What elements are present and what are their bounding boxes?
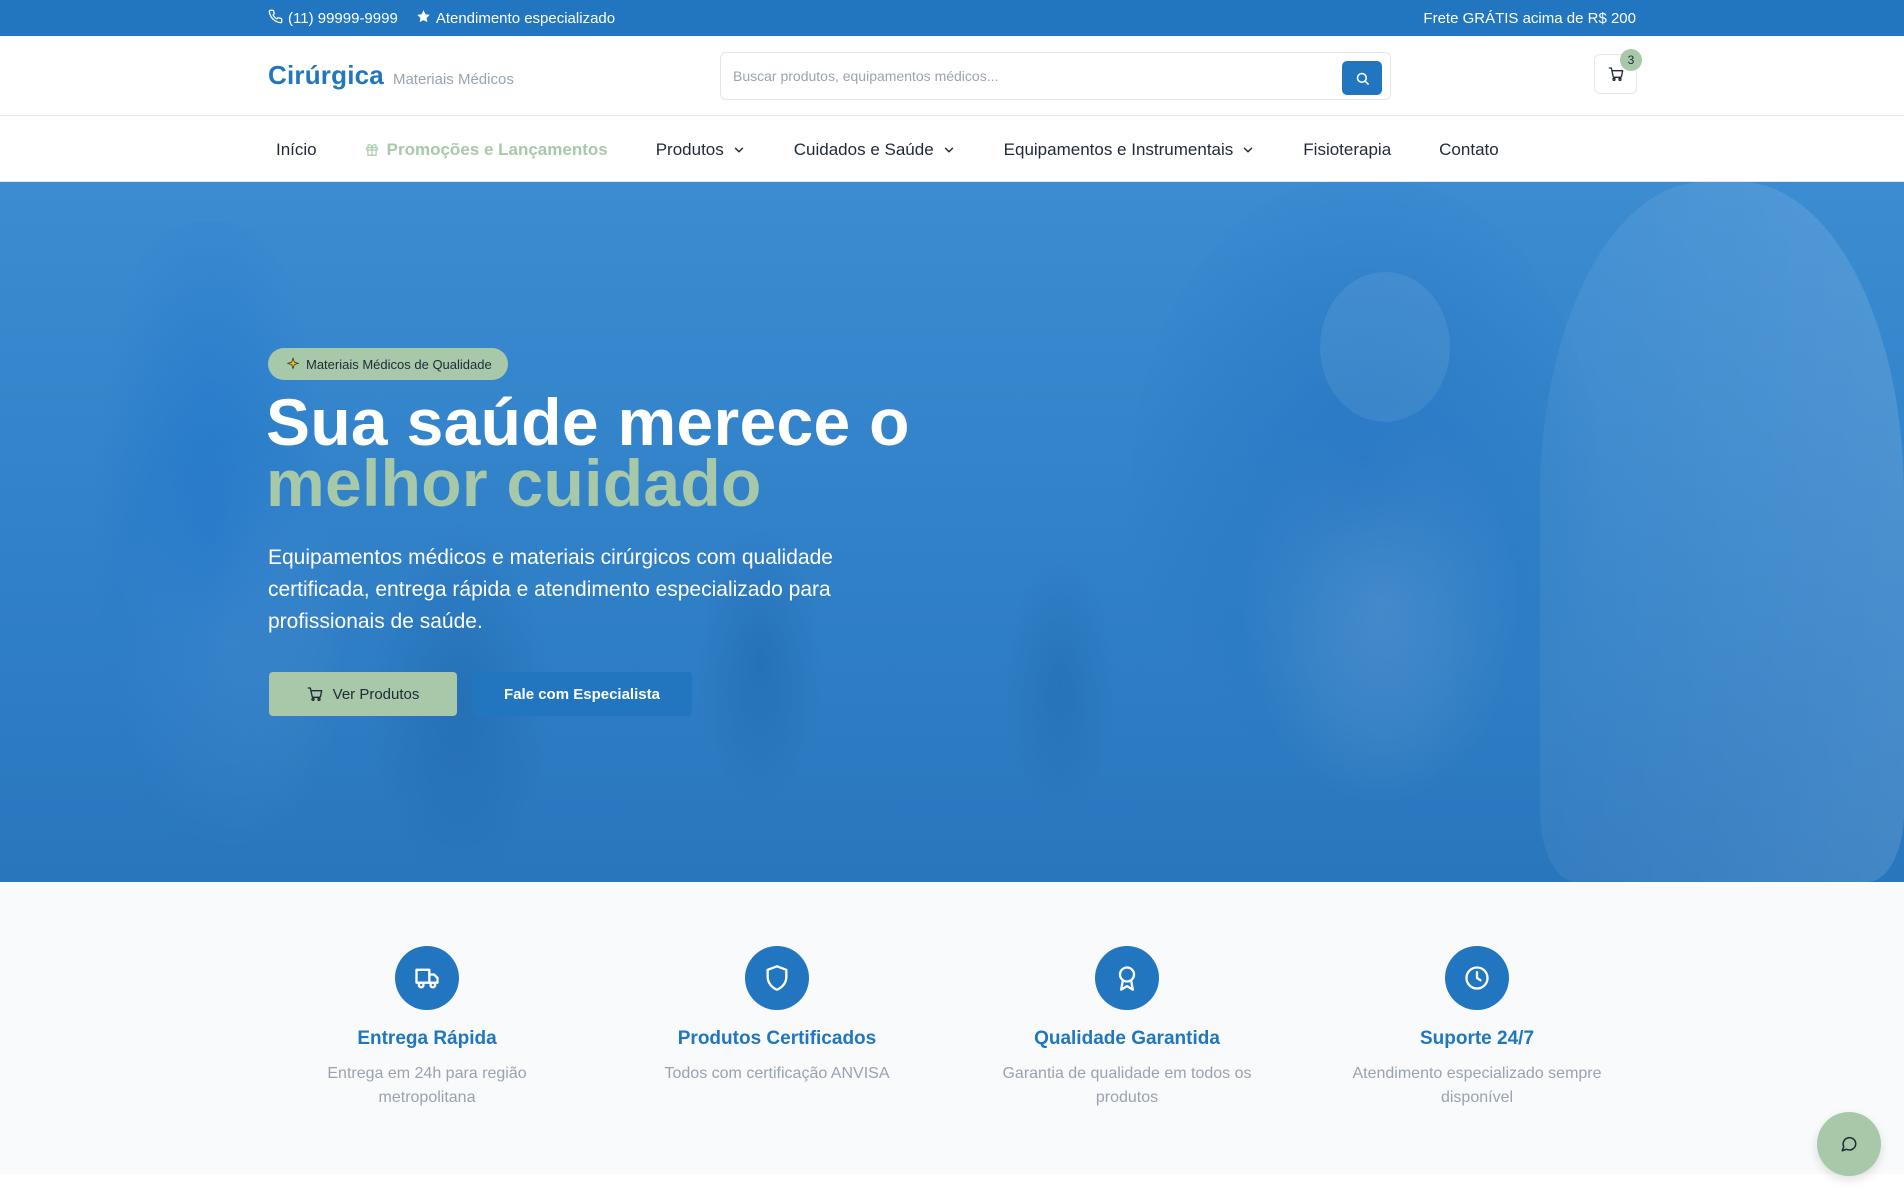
phone-contact[interactable]: (11) 99999-9999	[268, 9, 398, 28]
search-icon	[1355, 71, 1370, 86]
main-nav: Início Promoções e Lançamentos Produtos …	[0, 117, 1904, 182]
contact-specialist-button[interactable]: Fale com Especialista	[472, 672, 692, 716]
shopping-cart-icon	[307, 686, 323, 702]
shopping-cart-icon	[1608, 66, 1624, 82]
gift-icon	[365, 143, 379, 157]
chevron-down-icon	[942, 143, 956, 157]
nav-item-contato[interactable]: Contato	[1431, 117, 1507, 182]
message-circle-icon	[1840, 1135, 1858, 1153]
nav-label: Contato	[1439, 139, 1499, 159]
feature-title: Produtos Certificados	[677, 1028, 877, 1049]
shipping-info: Frete GRÁTIS acima de R$ 200	[1423, 9, 1636, 27]
page-continuation	[0, 1174, 1904, 1198]
chevron-down-icon	[732, 143, 746, 157]
service-text: Atendimento especializado	[435, 9, 616, 27]
nav-label: Início	[276, 139, 317, 159]
logo[interactable]: Cirúrgica Materiais Médicos	[268, 60, 514, 91]
shield-icon	[745, 946, 809, 1010]
view-products-button[interactable]: Ver Produtos	[269, 672, 457, 716]
nav-item-promocoes[interactable]: Promoções e Lançamentos	[357, 117, 616, 182]
feature-description: Garantia de qualidade em todos os produt…	[1002, 1065, 1252, 1106]
hero-badge-text: Materiais Médicos de Qualidade	[306, 356, 492, 372]
features-section: Entrega Rápida Entrega em 24h para regiã…	[0, 882, 1904, 1174]
search-button[interactable]	[1342, 61, 1382, 95]
clock-icon	[1445, 946, 1509, 1010]
logo-text: Cirúrgica	[268, 60, 384, 90]
search-bar	[720, 52, 1391, 100]
phone-number: (11) 99999-9999	[288, 9, 398, 27]
nav-label: Cuidados e Saúde	[793, 139, 934, 159]
service-info: Atendimento especializado	[416, 9, 615, 28]
nav-label: Promoções e Lançamentos	[386, 139, 608, 159]
logo-subtitle: Materiais Médicos	[392, 71, 514, 88]
hero-section: Materiais Médicos de Qualidade Sua saúde…	[0, 182, 1904, 882]
award-icon	[1095, 946, 1159, 1010]
nav-label: Produtos	[655, 139, 724, 159]
nav-item-equipamentos[interactable]: Equipamentos e Instrumentais	[996, 117, 1264, 182]
site-header: Cirúrgica Materiais Médicos 3	[0, 36, 1904, 116]
nav-item-produtos[interactable]: Produtos	[648, 117, 754, 182]
phone-icon	[268, 9, 283, 28]
feature-title: Qualidade Garantida	[1034, 1028, 1220, 1049]
hero-title-line2: melhor cuidado	[266, 446, 762, 520]
view-products-label: Ver Produtos	[332, 685, 420, 703]
nav-item-inicio[interactable]: Início	[268, 117, 325, 182]
chevron-down-icon	[1241, 143, 1255, 157]
cart-button[interactable]: 3	[1594, 49, 1642, 94]
hero-description: Equipamentos médicos e materiais cirúrgi…	[268, 546, 833, 633]
chat-button[interactable]	[1817, 1112, 1881, 1176]
feature-description: Todos com certificação ANVISA	[664, 1065, 890, 1082]
nav-item-fisioterapia[interactable]: Fisioterapia	[1295, 117, 1399, 182]
cart-count-badge: 3	[1620, 49, 1642, 71]
truck-icon	[395, 946, 459, 1010]
feature-description: Entrega em 24h para região metropolitana	[327, 1065, 527, 1106]
search-input[interactable]	[733, 53, 1323, 99]
star-icon	[416, 9, 431, 28]
hero-title: Sua saúde merece o melhor cuidado	[266, 389, 1066, 520]
feature-title: Suporte 24/7	[1419, 1028, 1535, 1049]
feature-title: Entrega Rápida	[357, 1028, 497, 1049]
feature-description: Atendimento especializado sempre disponí…	[1352, 1065, 1602, 1106]
nav-item-cuidados[interactable]: Cuidados e Saúde	[786, 117, 964, 182]
nav-label: Equipamentos e Instrumentais	[1003, 139, 1234, 159]
nav-label: Fisioterapia	[1303, 139, 1392, 159]
top-bar: (11) 99999-9999 Atendimento especializad…	[0, 0, 1904, 36]
hero-badge: Materiais Médicos de Qualidade	[268, 348, 508, 380]
sparkle-icon	[286, 357, 300, 371]
